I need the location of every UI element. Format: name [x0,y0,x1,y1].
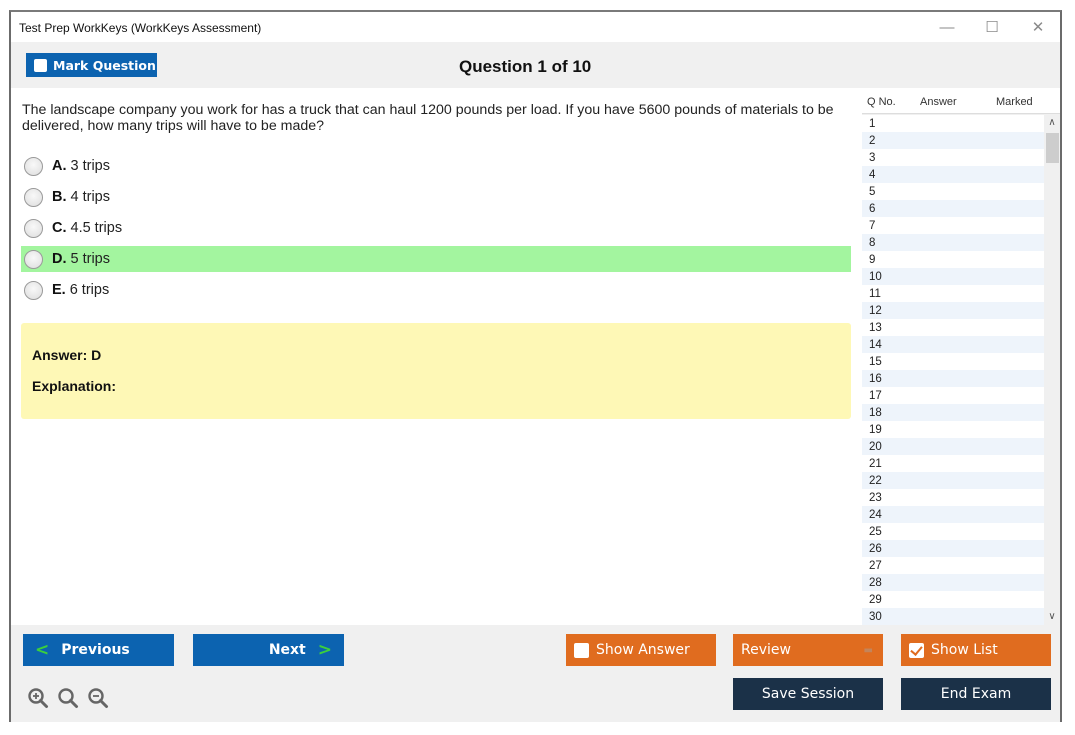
previous-button[interactable]: < Previous [23,634,174,666]
mark-question-checkbox[interactable] [34,58,47,72]
option-letter: D. [52,251,67,267]
radio-button[interactable] [24,280,43,300]
option-letter: E. [52,282,66,298]
chevron-left-icon: < [35,640,50,660]
next-label: Next [268,642,306,658]
list-item[interactable]: 18 [862,404,1044,421]
show-list-label: Show List [931,642,998,658]
question-list-header: Q No. Answer Marked [862,88,1060,114]
chevron-right-icon: > [317,640,332,660]
option-text: 3 trips [70,158,111,174]
option-text: 5 trips [70,251,111,267]
option-e[interactable]: E. 6 trips [21,277,851,303]
list-item[interactable]: 5 [862,183,1044,200]
show-list-checkbox[interactable] [909,642,924,658]
zoom-in-icon[interactable] [27,687,49,709]
option-a[interactable]: A. 3 trips [21,153,851,179]
list-item[interactable]: 25 [862,523,1044,540]
header-answer[interactable]: Answer [920,96,957,108]
list-item[interactable]: 20 [862,438,1044,455]
minimize-button[interactable]: — [929,16,965,38]
answer-label: Answer: D [32,347,102,363]
option-b[interactable]: B. 4 trips [21,184,851,210]
window-title: Test Prep WorkKeys (WorkKeys Assessment) [19,21,262,35]
list-item[interactable]: 15 [862,353,1044,370]
header-marked[interactable]: Marked [996,96,1033,108]
list-item[interactable]: 1 [862,115,1044,132]
mark-question-label: Mark Question [53,57,156,73]
zoom-reset-icon[interactable] [57,687,79,709]
option-letter: C. [52,220,67,236]
maximize-button[interactable]: ☐ [974,16,1010,38]
list-item[interactable]: 6 [862,200,1044,217]
radio-button[interactable] [24,187,43,207]
option-text: 4.5 trips [70,220,123,236]
question-counter: Question 1 of 10 [459,57,592,76]
list-scrollbar[interactable]: ∧ ∨ [1044,115,1060,625]
next-button[interactable]: Next > [193,634,344,666]
explanation-label: Explanation: [32,378,117,394]
list-item[interactable]: 9 [862,251,1044,268]
scroll-down-icon[interactable]: ∨ [1044,609,1060,625]
list-item[interactable]: 23 [862,489,1044,506]
radio-button[interactable] [24,249,43,269]
list-item[interactable]: 26 [862,540,1044,557]
question-list: 1 2 3 4 5 6 7 8 9 10 11 12 13 14 15 16 17 18 19 20 21 22 23 24 2… [862,115,1044,625]
option-c[interactable]: C. 4.5 trips [21,215,851,241]
list-item[interactable]: 14 [862,336,1044,353]
show-answer-label: Show Answer [596,642,690,658]
question-list-pane: Q No. Answer Marked 1 2 3 4 5 6 7 8 9 10 11 12 13 14 1… [862,88,1060,625]
title-bar: Test Prep WorkKeys (WorkKeys Assessment)… [11,12,1060,42]
option-text: 4 trips [70,189,111,205]
list-item[interactable]: 4 [862,166,1044,183]
list-item[interactable]: 13 [862,319,1044,336]
option-letter: B. [52,189,67,205]
radio-button[interactable] [24,218,43,238]
show-list-toggle[interactable]: Show List [901,634,1051,666]
scroll-up-icon[interactable]: ∧ [1044,115,1060,131]
list-item[interactable]: 12 [862,302,1044,319]
option-letter: A. [52,158,67,174]
list-item[interactable]: 3 [862,149,1044,166]
list-item[interactable]: 22 [862,472,1044,489]
list-item[interactable]: 10 [862,268,1044,285]
option-text: 6 trips [69,282,110,298]
list-item[interactable]: 2 [862,132,1044,149]
scroll-thumb[interactable] [1046,133,1059,163]
list-item[interactable]: 11 [862,285,1044,302]
list-item[interactable]: 19 [862,421,1044,438]
question-panel: The landscape company you work for has a… [11,88,862,625]
radio-button[interactable] [24,156,43,176]
list-item[interactable]: 30 [862,608,1044,625]
list-item[interactable]: 27 [862,557,1044,574]
review-label: Review [741,642,791,658]
answer-box: Answer: D Explanation: [21,323,851,419]
review-dropdown[interactable]: Review ▬ [733,634,883,666]
question-text: The landscape company you work for has a… [22,102,834,134]
mark-question-button[interactable]: Mark Question [26,53,157,77]
show-answer-toggle[interactable]: Show Answer [566,634,716,666]
option-d[interactable]: D. 5 trips [21,246,851,272]
show-answer-checkbox[interactable] [574,642,589,658]
list-item[interactable]: 29 [862,591,1044,608]
app-window: Test Prep WorkKeys (WorkKeys Assessment)… [9,10,1062,722]
footer-bar: < Previous Next > Show Answer Review ▬ S… [11,625,1060,722]
save-session-button[interactable]: Save Session [733,678,883,710]
list-item[interactable]: 24 [862,506,1044,523]
zoom-controls [27,687,109,709]
list-item[interactable]: 28 [862,574,1044,591]
list-item[interactable]: 8 [862,234,1044,251]
previous-label: Previous [61,642,130,658]
close-button[interactable]: ✕ [1020,16,1056,38]
list-item[interactable]: 21 [862,455,1044,472]
list-item[interactable]: 17 [862,387,1044,404]
end-exam-button[interactable]: End Exam [901,678,1051,710]
list-item[interactable]: 16 [862,370,1044,387]
list-item[interactable]: 7 [862,217,1044,234]
header-qno[interactable]: Q No. [867,96,896,108]
toolbar: Mark Question Question 1 of 10 [11,42,1060,88]
zoom-out-icon[interactable] [87,687,109,709]
dropdown-arrow-icon: ▬ [863,644,873,656]
